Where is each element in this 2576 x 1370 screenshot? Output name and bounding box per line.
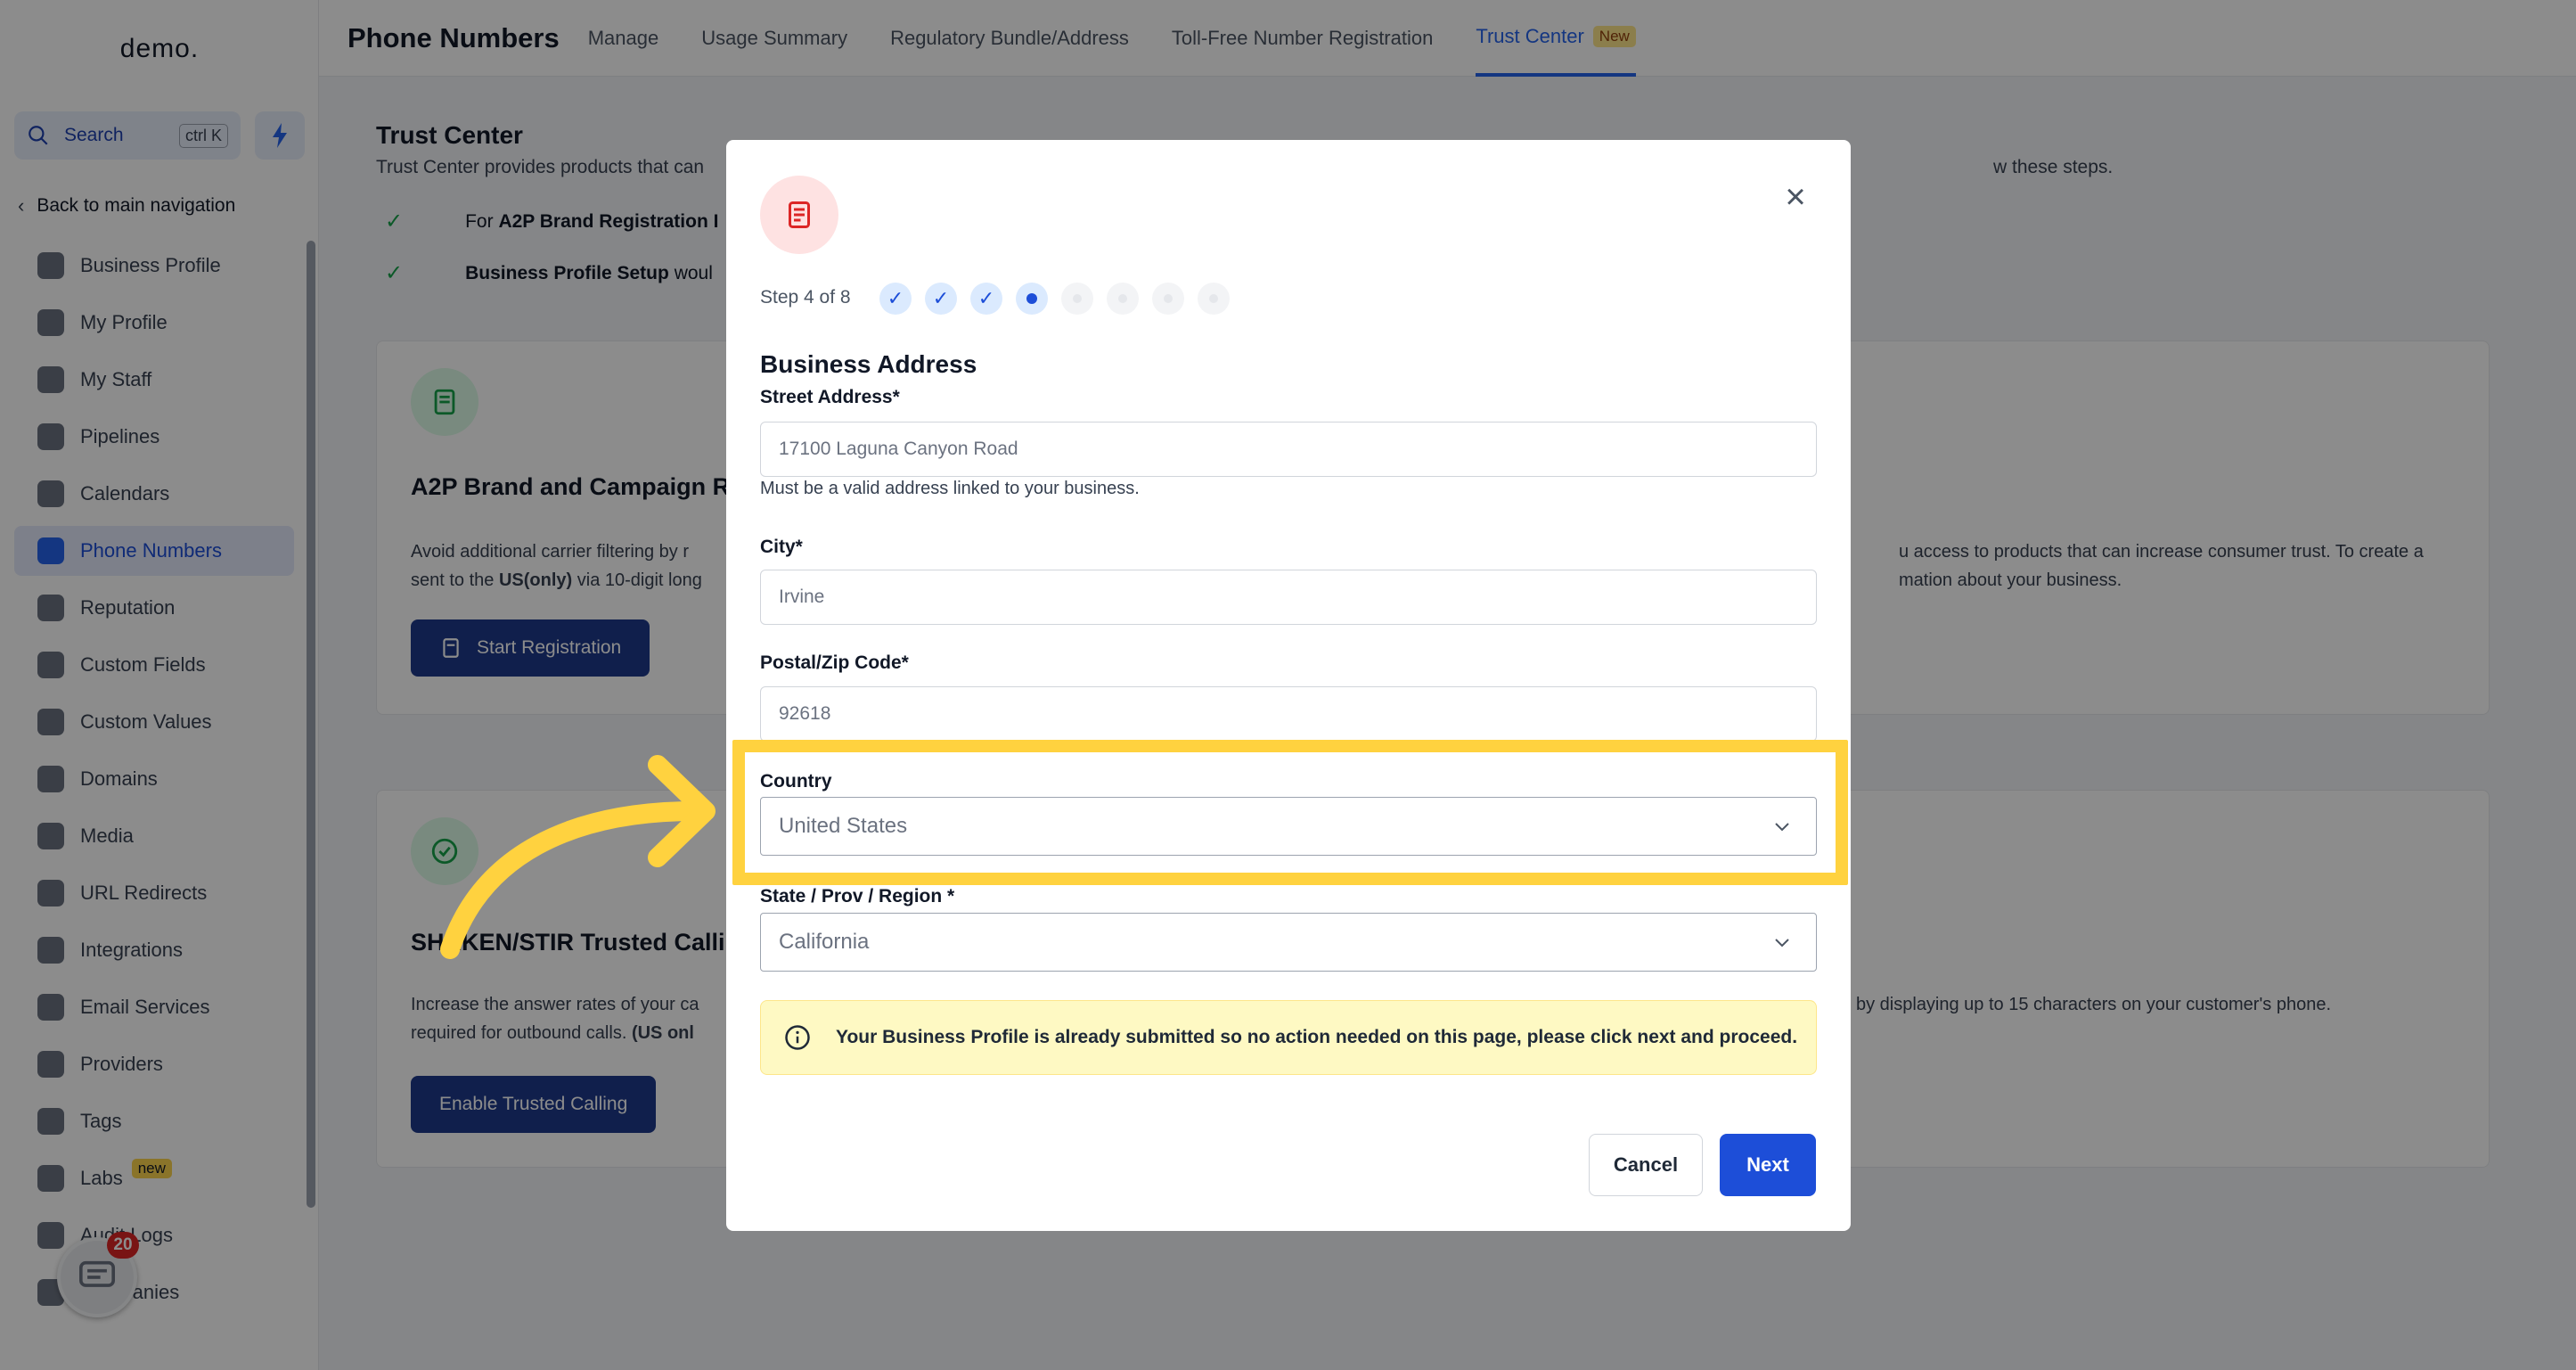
state-select[interactable]: California (760, 913, 1817, 972)
street-address-input[interactable]: 17100 Laguna Canyon Road (760, 422, 1817, 477)
notice-text: Your Business Profile is already submitt… (836, 1027, 1798, 1047)
cancel-button[interactable]: Cancel (1589, 1134, 1703, 1196)
step-1-complete: ✓ (879, 283, 912, 315)
step-8 (1198, 283, 1230, 315)
document-icon (760, 176, 838, 254)
step-5 (1061, 283, 1093, 315)
business-address-modal: × Step 4 of 8 ✓ ✓ ✓ Business Address Str… (726, 140, 1851, 1231)
step-6 (1107, 283, 1139, 315)
state-label: State / Prov / Region * (760, 886, 955, 906)
step-label: Step 4 of 8 (760, 287, 851, 308)
close-icon[interactable]: × (1779, 179, 1811, 215)
section-title: Business Address (760, 350, 977, 378)
step-3-complete: ✓ (970, 283, 1002, 315)
info-notice: Your Business Profile is already submitt… (760, 1000, 1817, 1075)
street-address-help: Must be a valid address linked to your b… (760, 479, 1140, 498)
step-2-complete: ✓ (925, 283, 957, 315)
info-icon (785, 1025, 810, 1050)
city-input[interactable]: Irvine (760, 570, 1817, 625)
step-4-current (1016, 283, 1048, 315)
postal-code-input[interactable]: 92618 (760, 686, 1817, 742)
country-highlight-box (732, 740, 1848, 885)
city-label: City* (760, 537, 803, 557)
street-address-label: Street Address* (760, 387, 900, 407)
postal-code-label: Postal/Zip Code* (760, 652, 909, 673)
state-value: California (779, 930, 870, 954)
step-7 (1152, 283, 1184, 315)
chevron-down-icon (1775, 939, 1789, 948)
step-indicator: ✓ ✓ ✓ (879, 283, 1243, 315)
pointer-arrow-icon (440, 755, 716, 959)
next-button[interactable]: Next (1720, 1134, 1816, 1196)
